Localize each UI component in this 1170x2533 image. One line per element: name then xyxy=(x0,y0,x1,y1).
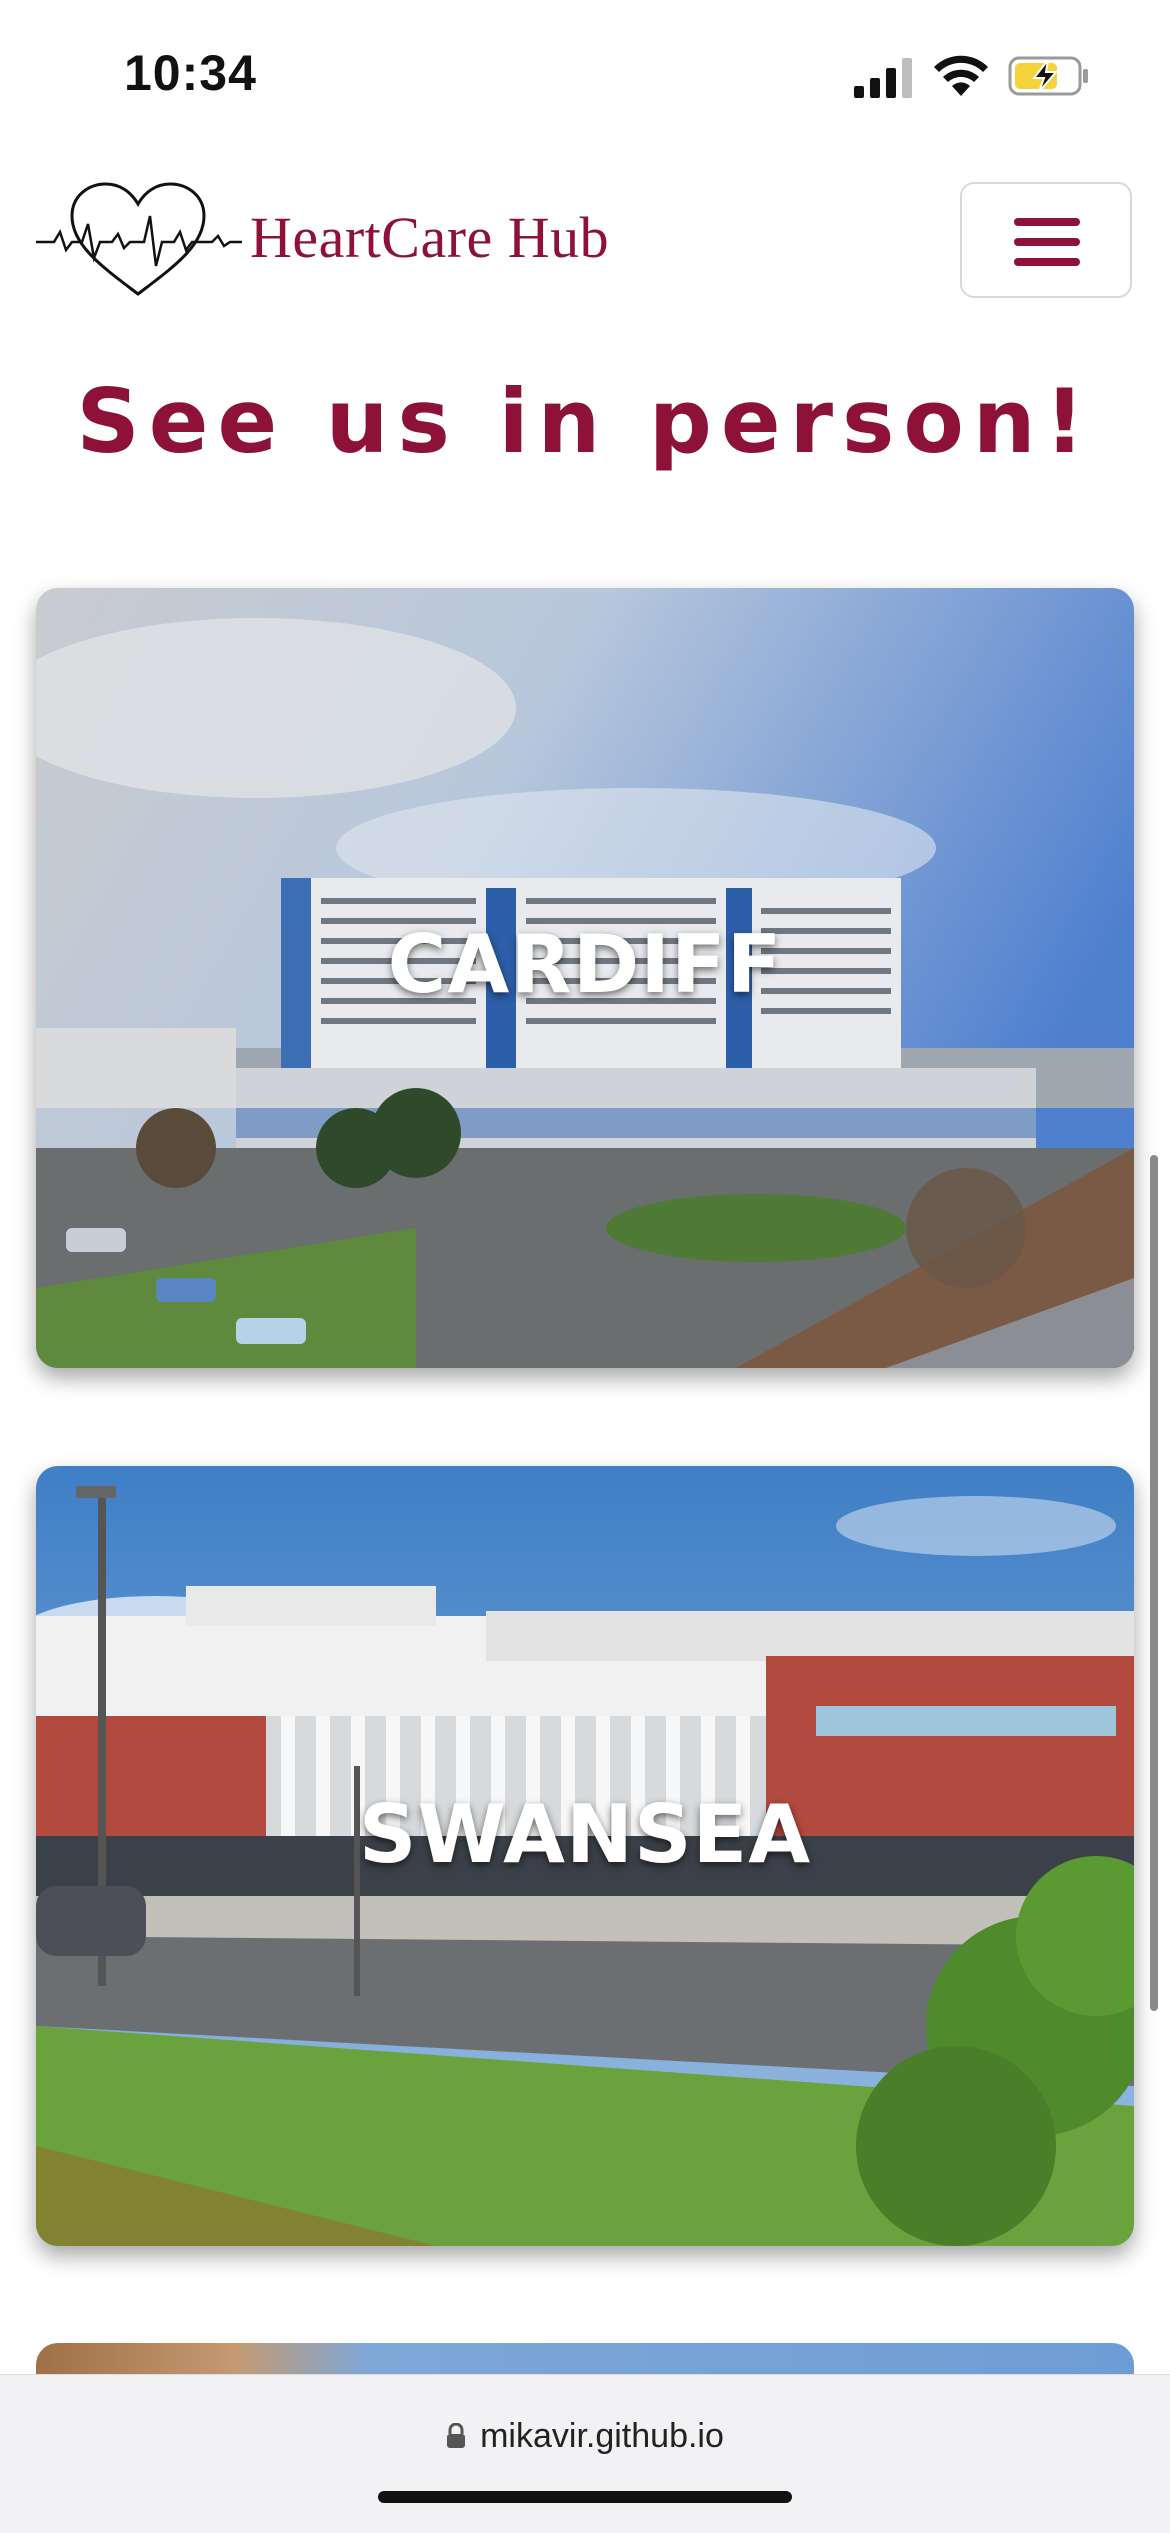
location-card-swansea[interactable]: SWANSEA xyxy=(36,1466,1134,2246)
browser-address-bar[interactable]: mikavir.github.io xyxy=(0,2374,1170,2533)
lock-icon xyxy=(447,2423,466,2448)
status-bar: 10:34 xyxy=(0,0,1170,150)
heart-ecg-icon[interactable] xyxy=(34,176,244,304)
wifi-icon xyxy=(934,55,988,96)
location-label-swansea: SWANSEA xyxy=(358,1788,812,1881)
status-time: 10:34 xyxy=(124,45,257,101)
page-title: See us in person! xyxy=(76,370,1094,473)
site-header: HeartCare Hub xyxy=(0,170,1170,310)
location-card-cardiff[interactable]: CARDIFF xyxy=(36,588,1134,1368)
battery-charging-icon xyxy=(1008,56,1088,96)
menu-button[interactable] xyxy=(960,182,1132,298)
scrollbar-thumb[interactable] xyxy=(1150,1155,1158,2011)
url-text: mikavir.github.io xyxy=(480,2417,724,2455)
brand-name[interactable]: HeartCare Hub xyxy=(250,204,609,271)
cellular-signal-icon xyxy=(854,58,912,98)
url-display[interactable]: mikavir.github.io xyxy=(0,2417,1170,2456)
home-indicator xyxy=(378,2491,792,2503)
location-label-cardiff: CARDIFF xyxy=(387,918,783,1011)
